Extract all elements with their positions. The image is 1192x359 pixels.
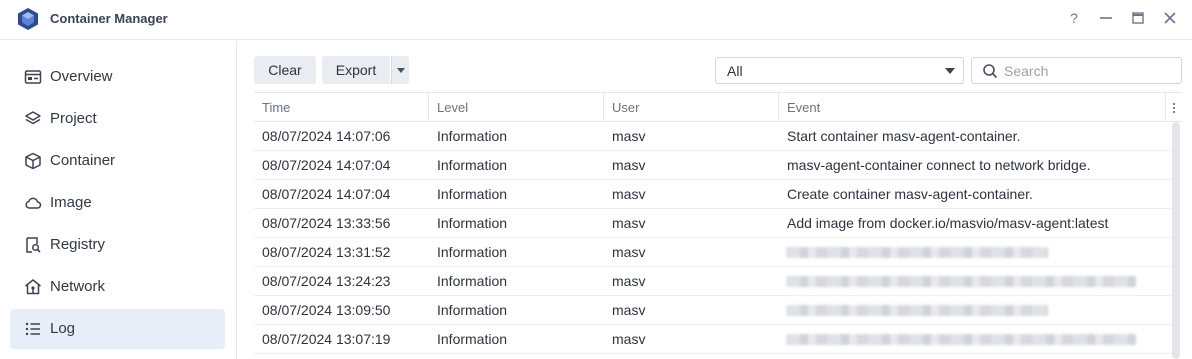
cell-level: Information [437,215,508,231]
cell-user: masv [612,157,646,173]
level-filter-select[interactable]: All [715,57,964,84]
table-row[interactable]: 08/07/2024 13:07:19 Information masv [254,325,1172,354]
cell-time: 08/07/2024 13:31:52 [262,244,391,260]
sidebar-item-image[interactable]: Image [10,183,225,223]
sidebar-item-label: Network [50,278,106,295]
cell-user: masv [612,244,646,260]
caret-down-icon [396,67,405,73]
more-vertical-icon [1172,102,1176,113]
cell-user: masv [612,302,646,318]
cell-time: 08/07/2024 14:07:06 [262,128,391,144]
cell-time: 08/07/2024 13:07:19 [262,331,391,347]
sidebar-item-label: Container [50,152,116,169]
export-dropdown-button[interactable] [391,56,409,84]
overview-icon [24,70,42,84]
cell-level: Information [437,302,508,318]
app-title: Container Manager [50,11,168,26]
cell-user: masv [612,273,646,289]
help-icon: ? [1070,10,1078,26]
maximize-icon [1132,12,1144,24]
column-header-level[interactable]: Level [429,93,604,122]
table-row[interactable]: 08/07/2024 14:07:06 Information masv Sta… [254,122,1172,151]
redacted-event-text [786,305,1048,316]
redacted-event-text [786,334,1136,345]
cell-event: Add image from docker.io/masvio/masv-age… [787,215,1109,231]
sidebar-item-label: Log [50,320,76,337]
redacted-event-text [786,247,1048,258]
sidebar-item-registry[interactable]: Registry [10,225,225,265]
cell-user: masv [612,128,646,144]
sidebar-item-network[interactable]: Network [10,267,225,307]
table-row[interactable]: 08/07/2024 14:07:04 Information masv Cre… [254,180,1172,209]
cell-time: 08/07/2024 14:07:04 [262,157,391,173]
sidebar-item-overview[interactable]: Overview [10,57,225,97]
close-icon [1164,12,1176,24]
redacted-event-text [786,276,1136,287]
level-filter-value: All [727,63,743,79]
table-header: Time Level User Event [254,93,1182,122]
sidebar-item-container[interactable]: Container [10,141,225,181]
cell-level: Information [437,331,508,347]
sidebar-item-label: Registry [50,236,106,253]
log-table: Time Level User Event 08/07/2024 14:07:0… [254,92,1182,359]
container-manager-logo-icon [18,8,38,30]
cell-event: Create container masv-agent-container. [787,186,1033,202]
minimize-button[interactable] [1096,8,1116,28]
column-menu-button[interactable] [1166,93,1182,122]
maximize-button[interactable] [1128,8,1148,28]
cell-time: 08/07/2024 14:07:04 [262,186,391,202]
cell-event: Start container masv-agent-container. [787,128,1021,144]
list-icon [25,322,40,336]
cell-user: masv [612,186,646,202]
search-input[interactable] [1004,61,1174,81]
search-icon [983,64,998,79]
search-box[interactable] [971,57,1182,84]
cube-icon [25,152,41,170]
table-row[interactable]: 08/07/2024 13:31:52 Information masv [254,238,1172,267]
cell-time: 08/07/2024 13:09:50 [262,302,391,318]
sidebar-item-label: Image [50,194,92,211]
cell-time: 08/07/2024 13:33:56 [262,215,391,231]
table-row[interactable]: 08/07/2024 13:24:23 Information masv [254,267,1172,296]
cell-time: 08/07/2024 13:24:23 [262,273,391,289]
cell-level: Information [437,273,508,289]
sidebar-item-label: Overview [50,68,113,85]
column-header-time[interactable]: Time [254,93,429,122]
sidebar-item-label: Project [50,110,97,127]
table-scrollbar[interactable] [1172,122,1180,359]
title-bar: Container Manager ? [0,0,1192,40]
table-row[interactable]: 08/07/2024 13:09:50 Information masv [254,296,1172,325]
minimize-icon [1100,17,1112,19]
registry-search-icon [26,237,41,253]
network-house-icon [25,279,41,295]
sidebar-item-log[interactable]: Log [10,309,225,349]
clear-button[interactable]: Clear [254,56,316,84]
layers-icon [25,111,41,125]
sidebar: Overview Project Container Image Registr… [0,41,237,359]
cell-level: Information [437,128,508,144]
cell-user: masv [612,215,646,231]
cell-level: Information [437,186,508,202]
sidebar-item-project[interactable]: Project [10,99,225,139]
table-row[interactable]: 08/07/2024 14:07:04 Information masv mas… [254,151,1172,180]
close-button[interactable] [1160,8,1180,28]
table-row[interactable]: 08/07/2024 13:33:56 Information masv Add… [254,209,1172,238]
cell-level: Information [437,244,508,260]
help-button[interactable]: ? [1064,8,1084,28]
cell-user: masv [612,331,646,347]
export-button[interactable]: Export [322,56,390,84]
chevron-down-icon [945,68,955,74]
cloud-icon [25,197,42,209]
column-header-user[interactable]: User [604,93,779,122]
cell-event: masv-agent-container connect to network … [787,157,1091,173]
cell-level: Information [437,157,508,173]
column-header-event[interactable]: Event [779,93,1166,122]
